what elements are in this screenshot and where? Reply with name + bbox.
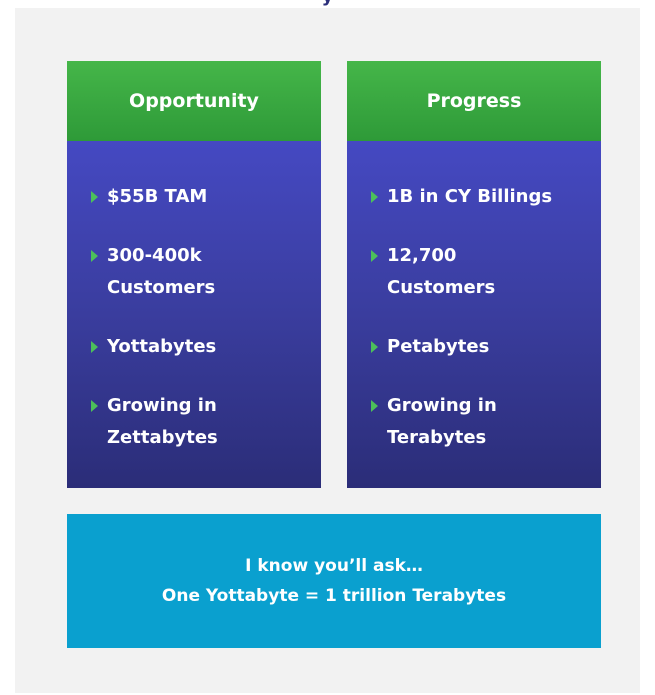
triangle-bullet-icon: [91, 191, 98, 203]
slide: y Opportunity $55B TAM 300-400k Customer…: [0, 0, 655, 695]
triangle-bullet-icon: [371, 400, 378, 412]
list-item: Growing in Terabytes: [371, 390, 531, 454]
progress-list: 1B in CY Billings 12,700 Customers Petab…: [347, 141, 601, 488]
opportunity-list: $55B TAM 300-400k Customers Yottabytes G…: [67, 141, 321, 488]
list-item-text: $55B TAM: [107, 186, 208, 207]
triangle-bullet-icon: [91, 400, 98, 412]
list-item: 12,700 Customers: [371, 240, 531, 304]
progress-heading: Progress: [347, 61, 601, 141]
opportunity-column: Opportunity $55B TAM 300-400k Customers …: [67, 61, 321, 488]
list-item: 300-400k Customers: [91, 240, 261, 304]
list-item-text: Yottabytes: [107, 336, 217, 357]
list-item-text: 1B in CY Billings: [387, 186, 553, 207]
triangle-bullet-icon: [91, 250, 98, 262]
triangle-bullet-icon: [91, 341, 98, 353]
list-item-text: Petabytes: [387, 336, 490, 357]
list-item: $55B TAM: [91, 181, 311, 213]
triangle-bullet-icon: [371, 341, 378, 353]
list-item-text: 300-400k Customers: [107, 245, 216, 298]
list-item-text: Growing in Terabytes: [387, 395, 497, 448]
progress-column: Progress 1B in CY Billings 12,700 Custom…: [347, 61, 601, 488]
callout-line-2: One Yottabyte = 1 trillion Terabytes: [161, 586, 507, 606]
list-item-text: Growing in Zettabytes: [107, 395, 218, 448]
callout-line-1: I know you’ll ask…: [245, 556, 423, 576]
yottabyte-callout: I know you’ll ask… One Yottabyte = 1 tri…: [67, 514, 601, 648]
list-item: Yottabytes: [91, 331, 311, 363]
opportunity-heading: Opportunity: [67, 61, 321, 141]
triangle-bullet-icon: [371, 250, 378, 262]
list-item: 1B in CY Billings: [371, 181, 591, 213]
slide-title-fragment: y: [322, 0, 334, 7]
list-item-text: 12,700 Customers: [387, 245, 496, 298]
list-item: Petabytes: [371, 331, 591, 363]
slide-title-cropped: y: [0, 0, 655, 8]
list-item: Growing in Zettabytes: [91, 390, 261, 454]
triangle-bullet-icon: [371, 191, 378, 203]
